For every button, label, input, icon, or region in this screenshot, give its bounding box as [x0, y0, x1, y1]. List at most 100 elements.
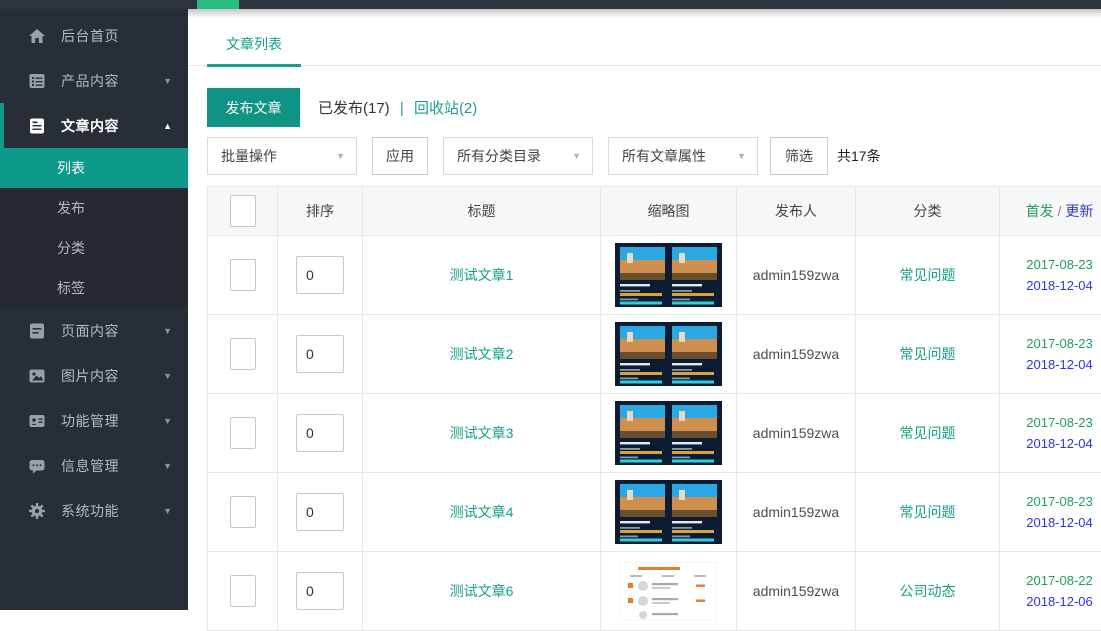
article-title-link[interactable]: 测试文章1: [450, 267, 514, 283]
filter-button[interactable]: 筛选: [770, 137, 828, 175]
article-thumbnail[interactable]: [615, 243, 722, 307]
filter-separator: |: [400, 100, 404, 117]
sidebar-subitem-tags[interactable]: 标签: [0, 268, 188, 308]
sort-input[interactable]: [296, 256, 344, 294]
first-publish-date: 2017-08-23: [1000, 412, 1101, 433]
attribute-select[interactable]: 所有文章属性 ▼: [608, 137, 758, 175]
sidebar-item-label: 产品内容: [61, 71, 119, 91]
category-link[interactable]: 常见问题: [900, 504, 956, 520]
article-title-link[interactable]: 测试文章2: [450, 346, 514, 362]
attribute-select-value: 所有文章属性: [622, 146, 706, 166]
publisher-text: admin159zwa: [753, 425, 839, 441]
article-title-link[interactable]: 测试文章4: [450, 504, 514, 520]
tab-bar: 文章列表: [188, 9, 1101, 66]
sidebar-item-label: 文章内容: [61, 116, 119, 136]
sort-input[interactable]: [296, 335, 344, 373]
actions-row: 发布文章 已发布(17) | 回收站(2): [207, 88, 1101, 127]
sub-item-label: 标签: [57, 278, 85, 298]
sidebar-item-system-functions[interactable]: 系统功能 ▼: [0, 488, 188, 533]
chevron-down-icon: ▼: [572, 151, 581, 161]
article-icon: [28, 117, 46, 135]
chevron-up-icon: ▲: [163, 121, 172, 131]
published-filter[interactable]: 已发布(17): [318, 100, 390, 117]
category-select[interactable]: 所有分类目录 ▼: [443, 137, 593, 175]
first-publish-date: 2017-08-23: [1000, 254, 1101, 275]
category-link[interactable]: 常见问题: [900, 425, 956, 441]
sidebar-item-label: 页面内容: [61, 321, 119, 341]
tab-article-list[interactable]: 文章列表: [207, 34, 301, 67]
top-navbar-active-tab[interactable]: [197, 0, 239, 9]
sort-input[interactable]: [296, 493, 344, 531]
header-date-separator: /: [1054, 203, 1066, 219]
sidebar: 后台首页 产品内容 ▼ 文章内容 ▲ 列表 发布 分类: [0, 9, 188, 610]
select-all-checkbox[interactable]: [230, 195, 256, 227]
header-updated[interactable]: 更新: [1065, 203, 1093, 219]
publisher-text: admin159zwa: [753, 267, 839, 283]
sidebar-item-label: 系统功能: [61, 501, 119, 521]
sidebar-subitem-publish[interactable]: 发布: [0, 188, 188, 228]
apply-button[interactable]: 应用: [372, 137, 428, 175]
chevron-down-icon: ▼: [163, 506, 172, 516]
feature-icon: [28, 412, 46, 430]
sub-item-label: 分类: [57, 238, 85, 258]
sidebar-subitem-list[interactable]: 列表: [0, 148, 188, 188]
sidebar-item-feature-management[interactable]: 功能管理 ▼: [0, 398, 188, 443]
sidebar-item-page-content[interactable]: 页面内容 ▼: [0, 308, 188, 353]
chevron-down-icon: ▼: [163, 326, 172, 336]
update-date: 2018-12-04: [1000, 354, 1101, 375]
table-row: 测试文章3 admin159zwa 常见问题: [208, 394, 1101, 473]
chevron-down-icon: ▼: [737, 151, 746, 161]
sidebar-item-product-content[interactable]: 产品内容 ▼: [0, 58, 188, 103]
article-title-link[interactable]: 测试文章6: [450, 583, 514, 599]
update-date: 2018-12-04: [1000, 512, 1101, 533]
category-link[interactable]: 常见问题: [900, 267, 956, 283]
active-indicator: [0, 103, 4, 148]
sidebar-subitem-category[interactable]: 分类: [0, 228, 188, 268]
header-title: 标题: [363, 187, 601, 236]
gear-icon: [28, 502, 46, 520]
article-table-body: 测试文章1 admin159zwa 常见问题: [208, 236, 1101, 631]
sort-input[interactable]: [296, 572, 344, 610]
sidebar-item-info-management[interactable]: 信息管理 ▼: [0, 443, 188, 488]
article-thumbnail[interactable]: [615, 322, 722, 386]
header-sort: 排序: [278, 187, 363, 236]
first-publish-date: 2017-08-23: [1000, 333, 1101, 354]
chevron-down-icon: ▼: [163, 461, 172, 471]
table-row: 测试文章6: [208, 552, 1101, 631]
status-filters: 已发布(17) | 回收站(2): [318, 97, 477, 118]
product-icon: [28, 72, 46, 90]
update-date: 2018-12-06: [1000, 591, 1101, 612]
article-thumbnail[interactable]: [615, 480, 722, 544]
table-row: 测试文章4 admin159zwa 常见问题: [208, 473, 1101, 552]
page-icon: [28, 322, 46, 340]
article-thumbnail[interactable]: [615, 401, 722, 465]
publish-article-button[interactable]: 发布文章: [207, 88, 300, 127]
update-date: 2018-12-04: [1000, 275, 1101, 296]
bulk-action-select[interactable]: 批量操作 ▼: [207, 137, 357, 175]
row-checkbox[interactable]: [230, 496, 256, 528]
category-link[interactable]: 公司动态: [900, 583, 956, 599]
home-icon: [28, 27, 46, 45]
publisher-text: admin159zwa: [753, 583, 839, 599]
sidebar-item-dashboard[interactable]: 后台首页: [0, 13, 188, 58]
sidebar-item-article-content[interactable]: 文章内容 ▲: [0, 103, 188, 148]
first-publish-date: 2017-08-23: [1000, 491, 1101, 512]
chevron-down-icon: ▼: [163, 416, 172, 426]
image-icon: [28, 367, 46, 385]
row-checkbox[interactable]: [230, 417, 256, 449]
message-icon: [28, 457, 46, 475]
recycle-bin-filter[interactable]: 回收站(2): [414, 100, 477, 117]
category-link[interactable]: 常见问题: [900, 346, 956, 362]
sort-input[interactable]: [296, 414, 344, 452]
first-publish-date: 2017-08-22: [1000, 570, 1101, 591]
row-checkbox[interactable]: [230, 338, 256, 370]
sidebar-item-image-content[interactable]: 图片内容 ▼: [0, 353, 188, 398]
article-title-link[interactable]: 测试文章3: [450, 425, 514, 441]
row-checkbox[interactable]: [230, 259, 256, 291]
header-first-publish[interactable]: 首发: [1026, 203, 1054, 219]
header-category: 分类: [856, 187, 1000, 236]
sidebar-item-label: 功能管理: [61, 411, 119, 431]
article-thumbnail[interactable]: [620, 562, 717, 620]
main-content: 文章列表 发布文章 已发布(17) | 回收站(2) 批量操作 ▼ 应用 所有分…: [188, 9, 1101, 610]
row-checkbox[interactable]: [230, 575, 256, 607]
